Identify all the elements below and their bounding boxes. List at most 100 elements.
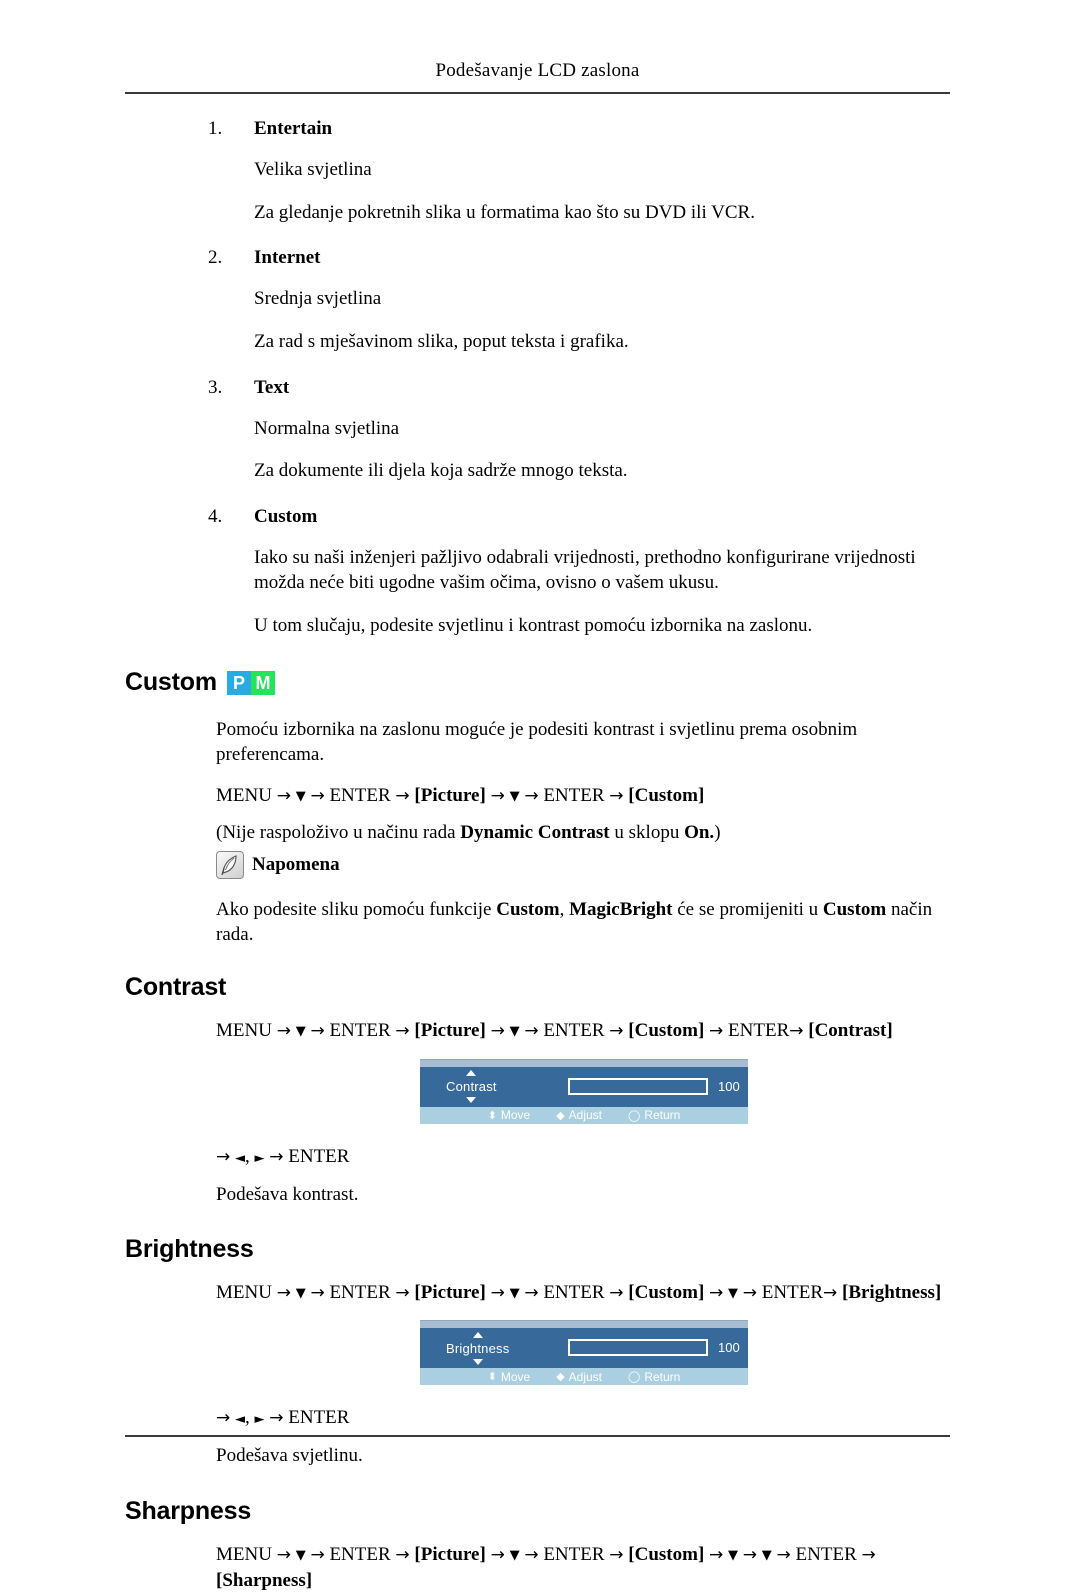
list-item-description: U tom slučaju, podesite svjetlinu i kont… [254, 614, 813, 636]
header-rule [125, 92, 950, 94]
arrow-right-icon: → [709, 1282, 724, 1303]
section-heading-custom: Custom P M [125, 668, 1080, 697]
list-item-description: Za rad s mješavinom slika, poput teksta … [254, 331, 629, 353]
list-item-description: Za dokumente ili djela koja sadrže mnogo… [254, 460, 628, 482]
caret-up-icon [472, 1331, 483, 1338]
arrow-right-icon: → [490, 1282, 505, 1303]
osd-footer-adjust: ◆ Adjust [556, 1370, 602, 1384]
osd-footer-move-label: Move [500, 1108, 531, 1123]
contrast-key-hint: → ◄, ► → ENTER [216, 1146, 1080, 1168]
caret-up-icon [466, 1070, 477, 1077]
brightness-description: Podešava svjetlinu. [216, 1445, 363, 1467]
triangle-right-icon: ► [254, 1412, 265, 1428]
footer-rule [125, 1435, 950, 1437]
leftright-arrow-icon: ◆ [556, 1370, 565, 1384]
list-item-number: 3. [208, 376, 223, 398]
osd-footer-move-label: Move [500, 1369, 531, 1384]
list-item-brightness: Srednja svjetlina [254, 288, 382, 310]
triangle-down-icon: ▼ [728, 1285, 739, 1301]
menu-path-custom: [Custom] [628, 1543, 705, 1565]
triangle-down-icon: ▼ [509, 1285, 520, 1301]
return-circle-icon: ◯ [628, 1370, 641, 1384]
custom-menu-path: MENU → ▼ → ENTER → [Picture] → ▼ → ENTER… [216, 783, 970, 810]
osd-slider-brightness[interactable] [568, 1339, 708, 1357]
list-item-number: 1. [208, 118, 223, 139]
menu-path-enter: ENTER [543, 1543, 605, 1565]
list-item-number: 4. [208, 506, 223, 528]
osd-label-contrast: Contrast [446, 1070, 497, 1104]
updown-arrow-icon: ⬍ [487, 1108, 497, 1122]
arrow-right-icon: → [395, 786, 410, 807]
osd-label-brightness: Brightness [446, 1331, 510, 1365]
menu-path-start: MENU [216, 1281, 272, 1303]
menu-path-target: [Sharpness] [216, 1570, 313, 1592]
osd-body: Brightness 100 [420, 1328, 748, 1369]
osd-slider-contrast[interactable] [568, 1077, 708, 1095]
arrow-right-icon: → [524, 1021, 539, 1042]
contrast-description: Podešava kontrast. [216, 1183, 359, 1205]
arrow-right-icon: → [395, 1021, 410, 1042]
arrow-right-icon: → [524, 786, 539, 807]
arrow-right-icon: → [216, 1408, 231, 1429]
arrow-right-icon: → [269, 1408, 284, 1429]
quill-note-icon [216, 851, 244, 880]
custom-availability-note: (Nije raspoloživo u načinu rada Dynamic … [216, 820, 960, 845]
arrow-right-icon: → [789, 1021, 804, 1042]
note-bold-dynamic-contrast: Dynamic Contrast [460, 821, 610, 843]
arrow-right-icon: → [490, 1021, 505, 1042]
caret-down-icon [466, 1097, 477, 1104]
arrow-right-icon: → [310, 1282, 325, 1303]
arrow-right-icon: → [395, 1544, 410, 1565]
triangle-down-icon: ▼ [295, 1285, 306, 1301]
menu-path-enter: ENTER [329, 785, 391, 807]
menu-path-picture: [Picture] [414, 785, 486, 807]
menu-path-target: [Brightness] [842, 1281, 942, 1303]
triangle-right-icon: ► [254, 1150, 265, 1166]
section-heading-brightness-label: Brightness [125, 1234, 254, 1263]
menu-path-enter: ENTER [728, 1020, 790, 1042]
brightness-menu-path: MENU → ▼ → ENTER → [Picture] → ▼ → ENTER… [216, 1280, 970, 1307]
note-text-custom-1: Custom [496, 899, 560, 921]
list-item: 3. Text Normalna svjetlina Za dokumente … [0, 377, 1080, 484]
arrow-right-icon: → [276, 1282, 291, 1303]
pc-mode-badge-icon: P [226, 670, 251, 695]
arrow-right-icon: → [861, 1544, 876, 1565]
osd-footer-adjust-label: Adjust [568, 1108, 603, 1123]
sharpness-menu-path: MENU → ▼ → ENTER → [Picture] → ▼ → ENTER… [216, 1542, 970, 1595]
arrow-right-icon: → [269, 1146, 284, 1167]
arrow-right-icon: → [216, 1146, 231, 1167]
osd-label-text: Brightness [446, 1340, 510, 1356]
contrast-key-hint-enter: ENTER [288, 1145, 350, 1167]
list-item-brightness: Normalna svjetlina [254, 417, 400, 439]
menu-path-custom: [Custom] [628, 1281, 705, 1303]
comma: , [245, 1145, 250, 1167]
menu-path-picture: [Picture] [414, 1543, 486, 1565]
brightness-key-hint: → ◄, ► → ENTER [216, 1407, 1080, 1429]
caret-down-icon [472, 1358, 483, 1365]
arrow-right-icon: → [310, 786, 325, 807]
menu-path-enter: ENTER [543, 1281, 605, 1303]
list-item-title: Custom [254, 506, 318, 528]
menu-path-enter: ENTER [761, 1281, 823, 1303]
arrow-right-icon: → [709, 1021, 724, 1042]
contrast-menu-path: MENU → ▼ → ENTER → [Picture] → ▼ → ENTER… [216, 1018, 970, 1045]
menu-path-target: [Contrast] [808, 1020, 893, 1042]
custom-note-paragraph: Ako podesite sliku pomoću funkcije Custo… [216, 897, 960, 947]
brightness-key-hint-enter: ENTER [288, 1407, 350, 1429]
note-mid: u sklopu [609, 821, 685, 843]
napomena-note-header: Napomena [216, 851, 1080, 880]
page-content: 1. Entertain Velika svjetlina Za gledanj… [0, 118, 1080, 1595]
osd-panel-brightness: Brightness 100 ⬍ Move ◆ Adjust ◯ Return [420, 1320, 748, 1386]
menu-path-target: [Custom] [628, 785, 705, 807]
triangle-left-icon: ◄ [235, 1150, 245, 1166]
menu-path-picture: [Picture] [414, 1020, 486, 1042]
arrow-right-icon: → [709, 1544, 724, 1565]
menu-path-start: MENU [216, 785, 272, 807]
arrow-right-icon: → [524, 1282, 539, 1303]
arrow-right-icon: → [776, 1544, 791, 1565]
arrow-right-icon: → [395, 1282, 410, 1303]
arrow-right-icon: → [490, 1544, 505, 1565]
list-item-title: Entertain [254, 118, 333, 139]
arrow-right-icon: → [742, 1282, 758, 1303]
note-text-mid-2: će se promijeniti u [672, 899, 823, 921]
